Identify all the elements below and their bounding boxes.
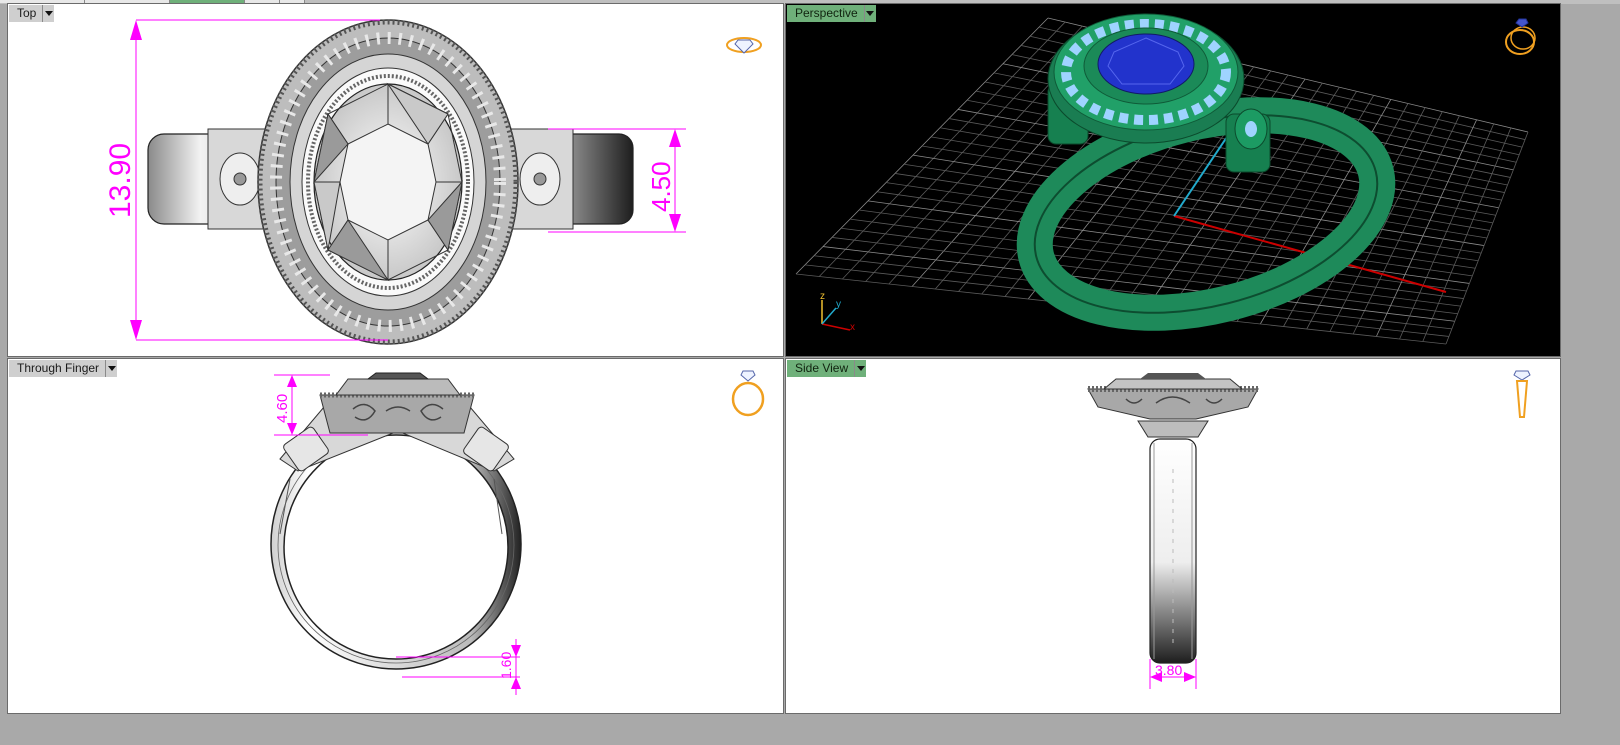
ring-front-icon — [731, 370, 765, 417]
band-width-dimension: 3.80 — [1155, 662, 1182, 678]
band-thickness-dimension: 1.60 — [498, 652, 514, 679]
axis-gizmo: z y x — [820, 291, 855, 333]
viewport-top[interactable]: Top 13.90 4.50 — [7, 3, 784, 357]
diamond-ring-icon — [726, 37, 762, 54]
chevron-down-icon — [44, 11, 53, 16]
viewport-perspective-title: Perspective — [787, 5, 876, 22]
viewport-perspective-menu-button[interactable] — [863, 5, 876, 22]
viewport-side-title: Side View — [787, 360, 867, 377]
viewport-perspective[interactable]: Perspective z y x — [785, 3, 1561, 357]
viewport-top-menu-button[interactable] — [42, 5, 55, 22]
viewport-perspective-label[interactable]: Perspective — [787, 5, 864, 22]
viewport-side-label[interactable]: Side View — [787, 360, 855, 377]
viewport-through-finger[interactable]: Through Finger 4.60 1.60 — [7, 358, 784, 714]
grid-line — [1445, 131, 1529, 345]
z-axis-label: z — [820, 291, 825, 302]
side-band — [1149, 438, 1197, 664]
viewport-through-finger-menu-button[interactable] — [105, 360, 118, 377]
top-height-dimension: 13.90 — [104, 143, 137, 218]
viewport-through-finger-label[interactable]: Through Finger — [9, 360, 106, 377]
top-side-dimension: 4.50 — [646, 161, 676, 212]
chevron-down-icon — [856, 366, 865, 371]
ring-side-icon — [1513, 370, 1531, 418]
viewport-side-menu-button[interactable] — [854, 360, 867, 377]
side-head — [1087, 373, 1259, 438]
ring-render — [1016, 13, 1396, 331]
y-axis-label: y — [836, 299, 841, 310]
chevron-down-icon — [107, 366, 116, 371]
top-view-drawing: 13.90 4.50 — [104, 19, 686, 345]
through-finger-drawing: 4.60 1.60 — [270, 372, 522, 695]
perspective-drawing: z y x — [795, 13, 1529, 345]
dimension-band-width: 3.80 — [1149, 659, 1197, 689]
center-stone — [313, 82, 463, 282]
viewport-side[interactable]: Side View 3.80 — [785, 358, 1561, 714]
ring-3d-icon — [1505, 18, 1536, 55]
head-height-dimension: 4.60 — [274, 394, 291, 423]
viewport-top-label[interactable]: Top — [9, 5, 43, 22]
viewport-through-finger-title: Through Finger — [9, 360, 118, 377]
side-view-drawing: 3.80 — [1087, 373, 1259, 689]
chevron-down-icon — [866, 11, 875, 16]
x-axis-label: x — [850, 322, 855, 333]
viewport-top-title: Top — [9, 5, 55, 22]
